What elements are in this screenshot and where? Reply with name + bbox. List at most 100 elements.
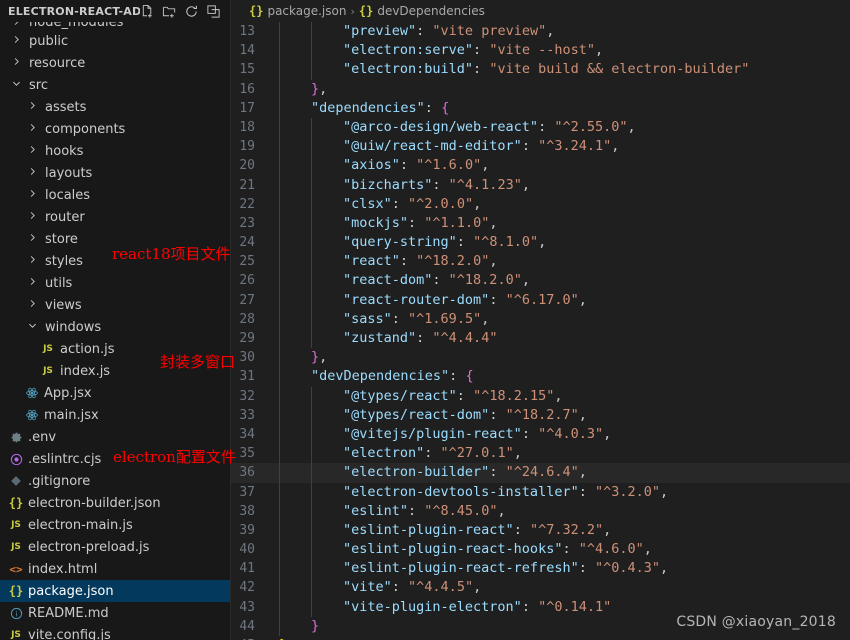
new-file-icon[interactable]: [140, 4, 155, 19]
explorer-sidebar: ELECTRON-REACT-AD... node_modules public…: [0, 0, 231, 640]
tree-folder-router[interactable]: router: [0, 206, 230, 228]
code-line[interactable]: 23 "mockjs": "^1.1.0",: [231, 213, 850, 234]
refresh-explorer-icon[interactable]: [184, 4, 199, 19]
line-number: 33: [239, 407, 255, 423]
code-line[interactable]: 29 "zustand": "^4.4.4": [231, 329, 850, 349]
code-line[interactable]: 35 "electron": "^27.0.1",: [231, 444, 850, 464]
tree-file-electron-main-js[interactable]: JS electron-main.js: [0, 514, 230, 536]
chevron-right-icon[interactable]: [8, 34, 24, 48]
chevron-down-icon[interactable]: [24, 320, 40, 334]
code-line[interactable]: 36 "electron-builder": "^24.6.4",: [231, 463, 850, 483]
tree-file-vite-config-js[interactable]: JS vite.config.js: [0, 624, 230, 640]
tree-file-main-jsx[interactable]: main.jsx: [0, 404, 230, 426]
code-line[interactable]: 20 "axios": "^1.6.0",: [231, 156, 850, 176]
chevron-right-icon[interactable]: [24, 232, 40, 246]
chevron-right-icon[interactable]: [24, 144, 40, 158]
code-token: "@uiw/react-md-editor": [343, 138, 522, 155]
tree-folder-components[interactable]: components: [0, 118, 230, 140]
tree-file-index-js[interactable]: JS index.js: [0, 360, 230, 382]
tree-file-package-json[interactable]: {} package.json: [0, 580, 230, 602]
code-content[interactable]: 13 "preview": "vite preview", 14 "electron:…: [231, 22, 850, 640]
collapse-folders-icon[interactable]: [206, 4, 221, 19]
indent-guide: [311, 137, 312, 157]
code-line[interactable]: 32 "@types/react": "^18.2.15",: [231, 386, 850, 406]
code-line[interactable]: 42 "vite": "^4.4.5",: [231, 578, 850, 598]
tree-folder-store[interactable]: store: [0, 228, 230, 250]
code-line[interactable]: 33 "@types/react-dom": "^18.2.7",: [231, 405, 850, 425]
tree-folder-layouts[interactable]: layouts: [0, 162, 230, 184]
chevron-right-icon[interactable]: [24, 166, 40, 180]
tree-file-eslintrc-cjs[interactable]: .eslintrc.cjs: [0, 448, 230, 470]
code-line[interactable]: 18 "@arco-design/web-react": "^2.55.0",: [231, 117, 850, 138]
chevron-right-icon[interactable]: [8, 56, 24, 70]
code-line[interactable]: 24 "query-string": "^8.1.0",: [231, 233, 850, 253]
breadcrumb-symbol[interactable]: devDependencies: [377, 4, 485, 18]
line-number: 28: [239, 311, 255, 327]
indent-guide: [279, 348, 280, 368]
tree-file-env[interactable]: .env: [0, 426, 230, 448]
chevron-right-icon[interactable]: [24, 100, 40, 114]
code-line[interactable]: 26 "react-dom": "^18.2.0",: [231, 271, 850, 291]
code-line[interactable]: 31 "devDependencies": {: [231, 367, 850, 387]
code-token: "^4.4.5": [408, 579, 474, 596]
chevron-right-icon[interactable]: [8, 22, 24, 30]
code-line[interactable]: 34 "@vitejs/plugin-react": "^4.0.3",: [231, 424, 850, 445]
svg-text:i: i: [15, 610, 17, 618]
code-line[interactable]: 28 "sass": "^1.69.5",: [231, 309, 850, 330]
indent-guide: [311, 597, 312, 617]
code-line[interactable]: 22 "clsx": "^2.0.0",: [231, 194, 850, 214]
tree-file-app-jsx[interactable]: App.jsx: [0, 382, 230, 404]
code-line[interactable]: 37 "electron-devtools-installer": "^3.2.0…: [231, 482, 850, 502]
chevron-right-icon[interactable]: [24, 210, 40, 224]
code-token: "^8.1.0": [473, 234, 539, 251]
code-line[interactable]: 39 "eslint-plugin-react": "^7.32.2",: [231, 520, 850, 541]
code-line[interactable]: 16},: [231, 79, 850, 99]
tree-folder-hooks[interactable]: hooks: [0, 140, 230, 162]
new-folder-icon[interactable]: [162, 4, 177, 19]
tree-folder-node-modules[interactable]: node_modules: [0, 22, 230, 30]
breadcrumb-file[interactable]: package.json: [267, 4, 346, 18]
tree-file-readme-md[interactable]: i README.md: [0, 602, 230, 624]
tree-folder-resource[interactable]: resource: [0, 52, 230, 74]
tree-folder-styles[interactable]: styles: [0, 250, 230, 272]
tree-file-index-html[interactable]: <> index.html: [0, 558, 230, 580]
code-line[interactable]: 40 "eslint-plugin-react-hooks": "^4.6.0",: [231, 540, 850, 560]
code-line[interactable]: 17 "dependencies": {: [231, 98, 850, 118]
code-line[interactable]: 41 "eslint-plugin-react-refresh": "^0.4.3…: [231, 559, 850, 579]
tree-file-electron-preload-js[interactable]: JS electron-preload.js: [0, 536, 230, 558]
code-line[interactable]: 38 "eslint": "^8.45.0",: [231, 501, 850, 521]
tree-folder-public[interactable]: public: [0, 30, 230, 52]
code-line[interactable]: 14 "electron:serve": "vite --host",: [231, 41, 850, 61]
code-line[interactable]: 19 "@uiw/react-md-editor": "^3.24.1",: [231, 137, 850, 157]
code-token: :: [521, 598, 539, 615]
chevron-right-icon[interactable]: [24, 188, 40, 202]
code-line[interactable]: 45}: [231, 636, 850, 640]
code-line[interactable]: 15 "electron:build": "vite build && elect…: [231, 60, 850, 80]
tree-folder-utils[interactable]: utils: [0, 272, 230, 294]
code-token: ,: [513, 445, 522, 462]
file-tree[interactable]: node_modules public resource src assets compo…: [0, 22, 230, 640]
editor-scrollbar[interactable]: [840, 0, 850, 640]
tree-file-gitignore[interactable]: .gitignore: [0, 470, 230, 492]
code-line[interactable]: 27 "react-router-dom": "^6.17.0",: [231, 290, 850, 310]
code-line[interactable]: 30},: [231, 348, 850, 368]
tree-file-electron-builder-json[interactable]: {} electron-builder.json: [0, 492, 230, 514]
tree-folder-assets[interactable]: assets: [0, 96, 230, 118]
tree-folder-locales[interactable]: locales: [0, 184, 230, 206]
chevron-right-icon[interactable]: [24, 254, 40, 268]
chevron-right-icon[interactable]: [24, 276, 40, 290]
line-number: 17: [239, 100, 255, 116]
tree-file-action-js[interactable]: JS action.js: [0, 338, 230, 360]
code-line[interactable]: 13 "preview": "vite preview",: [231, 22, 850, 42]
tree-folder-src[interactable]: src: [0, 74, 230, 96]
chevron-down-icon[interactable]: [8, 78, 24, 92]
tree-folder-views[interactable]: views: [0, 294, 230, 316]
code-token: ,: [319, 349, 328, 366]
breadcrumb[interactable]: {} package.json › {} devDependencies: [231, 0, 850, 22]
code-line[interactable]: 25 "react": "^18.2.0",: [231, 252, 850, 272]
tree-folder-windows[interactable]: windows: [0, 316, 230, 338]
code-line[interactable]: 21 "bizcharts": "^4.1.23",: [231, 175, 850, 195]
chevron-right-icon[interactable]: [24, 122, 40, 136]
chevron-right-icon[interactable]: [24, 298, 40, 312]
code-editor[interactable]: {} package.json › {} devDependencies 13 "…: [231, 0, 850, 640]
